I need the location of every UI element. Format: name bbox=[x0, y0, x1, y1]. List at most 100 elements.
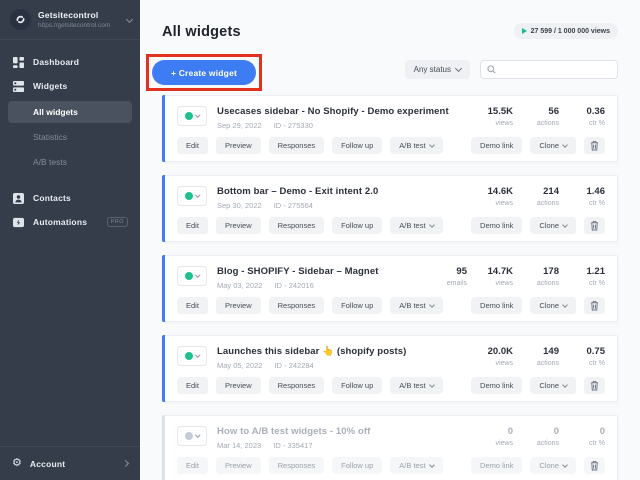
a-b-test-button[interactable]: A/B test bbox=[390, 457, 443, 474]
delete-widget-button[interactable] bbox=[584, 377, 605, 394]
stat-views: 20.0K views bbox=[487, 346, 513, 367]
chevron-down-icon bbox=[125, 15, 134, 24]
stat-ctr: 0.36 ctr % bbox=[586, 106, 606, 127]
widget-status-dropdown[interactable] bbox=[177, 106, 207, 126]
edit-button[interactable]: Edit bbox=[177, 457, 208, 474]
follow-up-button[interactable]: Follow up bbox=[332, 297, 383, 314]
stat-actions: 0 actions bbox=[536, 426, 559, 447]
contacts-icon bbox=[12, 192, 24, 204]
a-b-test-button[interactable]: A/B test bbox=[390, 217, 443, 234]
search-box[interactable] bbox=[480, 60, 618, 79]
demo-link-button[interactable]: Demo link bbox=[471, 457, 523, 474]
widget-stats: 0 views 0 actions 0 ctr % bbox=[467, 426, 605, 447]
edit-button[interactable]: Edit bbox=[177, 217, 208, 234]
widget-status-dropdown[interactable] bbox=[177, 346, 207, 366]
stat-views: 15.5K views bbox=[487, 106, 513, 127]
create-widget-button[interactable]: + Create widget bbox=[152, 60, 256, 85]
preview-button[interactable]: Preview bbox=[215, 297, 261, 314]
widget-title[interactable]: How to A/B test widgets - 10% off bbox=[217, 426, 467, 437]
chevron-down-icon bbox=[428, 141, 435, 148]
status-dot-icon bbox=[184, 272, 193, 280]
responses-button[interactable]: Responses bbox=[268, 457, 325, 474]
sidebar-item-statistics[interactable]: Statistics bbox=[8, 126, 132, 148]
trash-icon bbox=[590, 381, 599, 391]
widget-card: Usecases sidebar - No Shopify - Demo exp… bbox=[162, 95, 618, 162]
demo-link-button[interactable]: Demo link bbox=[471, 297, 523, 314]
stat-emails: 95 emails bbox=[446, 266, 467, 287]
a-b-test-button[interactable]: A/B test bbox=[390, 377, 443, 394]
follow-up-button[interactable]: Follow up bbox=[332, 137, 383, 154]
stat-views: 0 views bbox=[495, 426, 513, 447]
chevron-down-icon bbox=[195, 432, 200, 438]
widget-status-dropdown[interactable] bbox=[177, 266, 207, 286]
sidebar-item-widgets[interactable]: Widgets bbox=[0, 74, 140, 98]
widget-actions: Edit Preview Responses Follow up A/B test De… bbox=[163, 450, 617, 474]
widget-title[interactable]: Launches this sidebar 👆 (shopify posts) bbox=[217, 346, 467, 357]
edit-button[interactable]: Edit bbox=[177, 297, 208, 314]
widget-date: May 03, 2022 bbox=[217, 281, 263, 290]
clone-button[interactable]: Clone bbox=[530, 457, 576, 474]
widget-id: ID - 275564 bbox=[273, 201, 313, 210]
follow-up-button[interactable]: Follow up bbox=[332, 377, 383, 394]
responses-button[interactable]: Responses bbox=[268, 297, 325, 314]
widget-date: Mar 14, 2023 bbox=[217, 441, 262, 450]
preview-button[interactable]: Preview bbox=[215, 217, 261, 234]
search-icon bbox=[487, 65, 496, 74]
views-quota-badge: 27 599 / 1 000 000 views bbox=[513, 23, 618, 39]
follow-up-button[interactable]: Follow up bbox=[332, 217, 383, 234]
widget-id: ID - 275330 bbox=[273, 121, 313, 130]
a-b-test-button[interactable]: A/B test bbox=[390, 137, 443, 154]
page-title: All widgets bbox=[162, 24, 241, 40]
widget-title[interactable]: Bottom bar – Demo - Exit intent 2.0 bbox=[217, 186, 467, 197]
sidebar-item-ab-tests[interactable]: A/B tests bbox=[8, 151, 132, 173]
preview-button[interactable]: Preview bbox=[215, 457, 261, 474]
demo-link-button[interactable]: Demo link bbox=[471, 377, 523, 394]
delete-widget-button[interactable] bbox=[584, 217, 605, 234]
demo-link-button[interactable]: Demo link bbox=[471, 137, 523, 154]
preview-button[interactable]: Preview bbox=[215, 137, 261, 154]
trash-icon bbox=[590, 301, 599, 311]
pro-badge: PRO bbox=[106, 217, 128, 227]
stat-views: 14.6K views bbox=[487, 186, 513, 207]
clone-button[interactable]: Clone bbox=[530, 297, 576, 314]
automations-icon bbox=[12, 216, 24, 228]
widget-title[interactable]: Usecases sidebar - No Shopify - Demo exp… bbox=[217, 106, 467, 117]
widget-status-dropdown[interactable] bbox=[177, 186, 207, 206]
responses-button[interactable]: Responses bbox=[268, 137, 325, 154]
demo-link-button[interactable]: Demo link bbox=[471, 217, 523, 234]
clone-button[interactable]: Clone bbox=[530, 217, 576, 234]
search-input[interactable] bbox=[500, 65, 611, 74]
delete-widget-button[interactable] bbox=[584, 297, 605, 314]
sidebar-item-contacts[interactable]: Contacts bbox=[0, 186, 140, 210]
status-dot-icon bbox=[184, 432, 193, 440]
sidebar-item-dashboard[interactable]: Dashboard bbox=[0, 50, 140, 74]
chevron-down-icon bbox=[195, 192, 200, 198]
follow-up-button[interactable]: Follow up bbox=[332, 457, 383, 474]
stat-actions: 214 actions bbox=[536, 186, 559, 207]
responses-button[interactable]: Responses bbox=[268, 377, 325, 394]
card-accent-bar bbox=[162, 175, 165, 242]
widget-date: Sep 29, 2022 bbox=[217, 121, 262, 130]
account-switcher[interactable]: Getsitecontrol https://getsitecontrol.co… bbox=[0, 0, 140, 40]
a-b-test-button[interactable]: A/B test bbox=[390, 297, 443, 314]
sidebar-item-automations[interactable]: Automations PRO bbox=[0, 210, 140, 234]
status-filter-dropdown[interactable]: Any status bbox=[404, 60, 470, 79]
chevron-down-icon bbox=[195, 112, 200, 118]
delete-widget-button[interactable] bbox=[584, 137, 605, 154]
edit-button[interactable]: Edit bbox=[177, 377, 208, 394]
edit-button[interactable]: Edit bbox=[177, 137, 208, 154]
responses-button[interactable]: Responses bbox=[268, 217, 325, 234]
clone-button[interactable]: Clone bbox=[530, 137, 576, 154]
widget-meta: Sep 29, 2022 ID - 275330 bbox=[217, 121, 467, 130]
widget-title[interactable]: Blog - SHOPIFY - Sidebar – Magnet bbox=[217, 266, 421, 277]
widget-actions: Edit Preview Responses Follow up A/B test De… bbox=[163, 130, 617, 154]
widget-actions: Edit Preview Responses Follow up A/B test De… bbox=[163, 290, 617, 314]
preview-button[interactable]: Preview bbox=[215, 377, 261, 394]
delete-widget-button[interactable] bbox=[584, 457, 605, 474]
sidebar-item-all-widgets[interactable]: All widgets bbox=[8, 101, 132, 123]
clone-button[interactable]: Clone bbox=[530, 377, 576, 394]
widget-status-dropdown[interactable] bbox=[177, 426, 207, 446]
sidebar-item-account[interactable]: ⚙ Account bbox=[0, 446, 140, 480]
stat-actions: 56 actions bbox=[536, 106, 559, 127]
widget-list: Usecases sidebar - No Shopify - Demo exp… bbox=[162, 95, 618, 480]
